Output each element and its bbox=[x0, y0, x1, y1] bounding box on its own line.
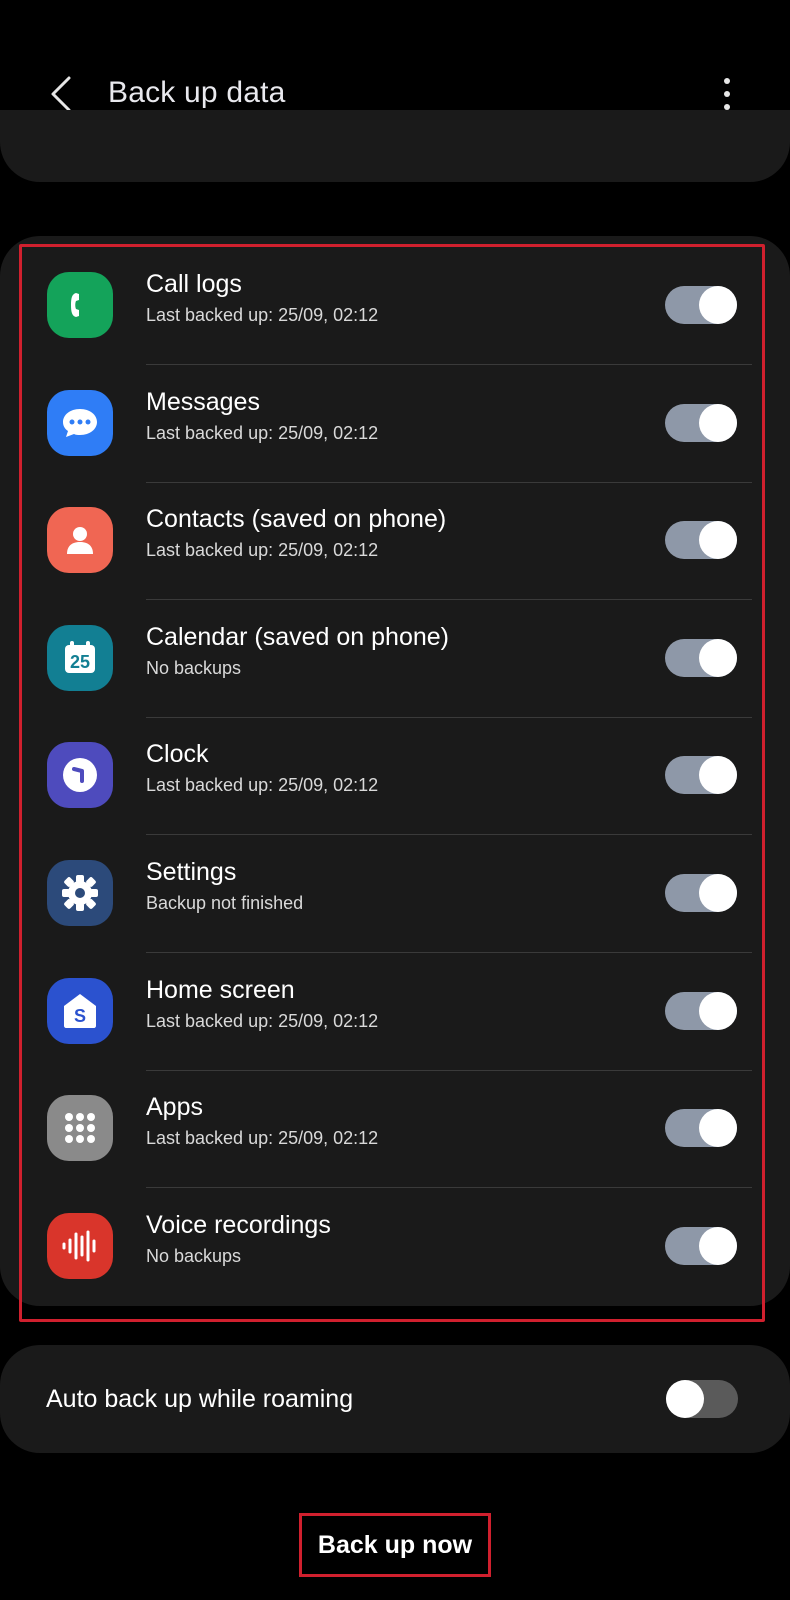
chevron-left-icon bbox=[51, 76, 71, 112]
previous-card-bottom bbox=[0, 110, 790, 182]
page-title: Back up data bbox=[108, 76, 286, 109]
toggle-knob bbox=[666, 1380, 704, 1418]
more-vert-icon bbox=[724, 78, 730, 110]
highlight-box bbox=[19, 244, 765, 1322]
roaming-card[interactable]: Auto back up while roaming bbox=[0, 1345, 790, 1453]
roaming-label: Auto back up while roaming bbox=[46, 1385, 354, 1413]
back-up-now-button[interactable]: Back up now bbox=[299, 1513, 491, 1577]
roaming-toggle[interactable] bbox=[666, 1380, 738, 1418]
